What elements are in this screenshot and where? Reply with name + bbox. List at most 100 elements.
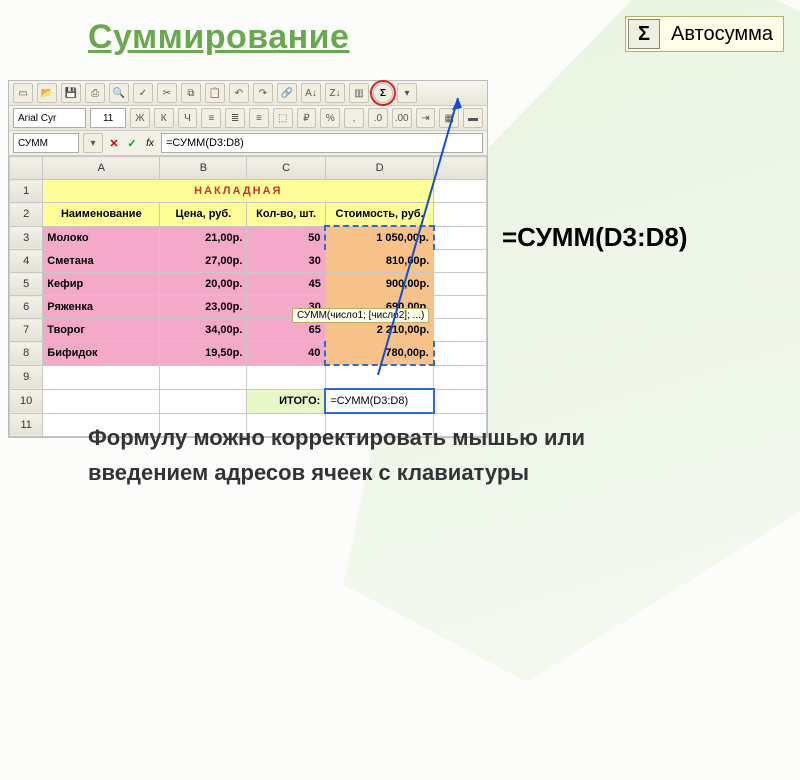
cell[interactable]: [434, 180, 487, 203]
header-cell[interactable]: Стоимость, руб.: [325, 203, 434, 227]
row-header[interactable]: 8: [10, 342, 43, 366]
align-right-icon[interactable]: ≡: [249, 108, 269, 128]
sheet-title-cell[interactable]: НАКЛАДНАЯ: [43, 180, 434, 203]
cell[interactable]: [434, 296, 487, 319]
inc-decimal-icon[interactable]: .0: [368, 108, 388, 128]
dropdown-icon[interactable]: ▾: [397, 83, 417, 103]
col-header-e[interactable]: [434, 157, 487, 180]
cell[interactable]: Ряженка: [43, 296, 160, 319]
row-header[interactable]: 1: [10, 180, 43, 203]
border-icon[interactable]: ▦: [439, 108, 459, 128]
header-cell[interactable]: Цена, руб.: [160, 203, 247, 227]
cell[interactable]: 45: [247, 273, 325, 296]
cell[interactable]: [434, 342, 487, 366]
cell[interactable]: 900,00р.: [325, 273, 434, 296]
open-icon[interactable]: 📂: [37, 83, 57, 103]
sort-asc-icon[interactable]: A↓: [301, 83, 321, 103]
worksheet-grid[interactable]: A B C D 1 НАКЛАДНАЯ 2 Наименование Цена,…: [9, 156, 487, 437]
fx-icon[interactable]: fx: [143, 136, 157, 150]
cell[interactable]: 34,00р.: [160, 319, 247, 342]
cell[interactable]: [160, 389, 247, 413]
align-left-icon[interactable]: ≡: [201, 108, 221, 128]
cell[interactable]: Творог: [43, 319, 160, 342]
underline-button[interactable]: Ч: [178, 108, 198, 128]
cell[interactable]: 27,00р.: [160, 250, 247, 273]
fill-color-icon[interactable]: ▬: [463, 108, 483, 128]
autosum-button[interactable]: Σ: [373, 83, 393, 103]
currency-icon[interactable]: ₽: [297, 108, 317, 128]
font-name-select[interactable]: Arial Cyr: [13, 108, 86, 128]
formula-input[interactable]: =СУММ(D3:D8): [161, 133, 483, 153]
cell[interactable]: [434, 319, 487, 342]
percent-icon[interactable]: %: [320, 108, 340, 128]
cell[interactable]: [43, 365, 160, 389]
chart-icon[interactable]: ▥: [349, 83, 369, 103]
select-all-corner[interactable]: [10, 157, 43, 180]
preview-icon[interactable]: 🔍: [109, 83, 129, 103]
comma-icon[interactable]: ,: [344, 108, 364, 128]
cell[interactable]: Кефир: [43, 273, 160, 296]
merge-icon[interactable]: ⬚: [273, 108, 293, 128]
row-header[interactable]: 9: [10, 365, 43, 389]
name-dropdown-icon[interactable]: ▾: [83, 133, 103, 153]
dec-decimal-icon[interactable]: .00: [392, 108, 412, 128]
row-header[interactable]: 11: [10, 413, 43, 437]
copy-icon[interactable]: ⧉: [181, 83, 201, 103]
cell[interactable]: [434, 365, 487, 389]
cell[interactable]: 23,00р.: [160, 296, 247, 319]
cell[interactable]: [160, 365, 247, 389]
header-cell[interactable]: Наименование: [43, 203, 160, 227]
new-icon[interactable]: ▭: [13, 83, 33, 103]
cell[interactable]: [434, 250, 487, 273]
cell[interactable]: [434, 203, 487, 227]
active-formula-cell[interactable]: =СУММ(D3:D8): [325, 389, 434, 413]
col-header-c[interactable]: C: [247, 157, 325, 180]
cell[interactable]: 30: [247, 250, 325, 273]
row-header[interactable]: 10: [10, 389, 43, 413]
row-header[interactable]: 2: [10, 203, 43, 227]
cell[interactable]: [434, 226, 487, 250]
cell[interactable]: [434, 389, 487, 413]
name-box[interactable]: СУММ: [13, 133, 79, 153]
print-icon[interactable]: ⎙: [85, 83, 105, 103]
redo-icon[interactable]: ↷: [253, 83, 273, 103]
italic-button[interactable]: К: [154, 108, 174, 128]
indent-icon[interactable]: ⇥: [416, 108, 436, 128]
cell[interactable]: [43, 389, 160, 413]
cell[interactable]: Сметана: [43, 250, 160, 273]
col-header-b[interactable]: B: [160, 157, 247, 180]
cell[interactable]: 40: [247, 342, 325, 366]
total-label-cell[interactable]: ИТОГО:: [247, 389, 325, 413]
cell[interactable]: [325, 365, 434, 389]
cut-icon[interactable]: ✂: [157, 83, 177, 103]
col-header-d[interactable]: D: [325, 157, 434, 180]
header-cell[interactable]: Кол-во, шт.: [247, 203, 325, 227]
cell[interactable]: Бифидок: [43, 342, 160, 366]
undo-icon[interactable]: ↶: [229, 83, 249, 103]
sort-desc-icon[interactable]: Z↓: [325, 83, 345, 103]
cell[interactable]: 50: [247, 226, 325, 250]
cell[interactable]: 21,00р.: [160, 226, 247, 250]
cell[interactable]: [434, 273, 487, 296]
row-header[interactable]: 5: [10, 273, 43, 296]
align-center-icon[interactable]: ≣: [225, 108, 245, 128]
cell[interactable]: 20,00р.: [160, 273, 247, 296]
cell[interactable]: Молоко: [43, 226, 160, 250]
col-header-a[interactable]: A: [43, 157, 160, 180]
cell[interactable]: 1 050,00р.: [325, 226, 434, 250]
bold-button[interactable]: Ж: [130, 108, 150, 128]
row-header[interactable]: 6: [10, 296, 43, 319]
enter-icon[interactable]: ✓: [125, 136, 139, 150]
cell[interactable]: [247, 365, 325, 389]
save-icon[interactable]: 💾: [61, 83, 81, 103]
font-size-select[interactable]: 11: [90, 108, 126, 128]
cell[interactable]: 19,50р.: [160, 342, 247, 366]
cell[interactable]: 810,00р.: [325, 250, 434, 273]
cancel-icon[interactable]: ✕: [107, 136, 121, 150]
row-header[interactable]: 4: [10, 250, 43, 273]
link-icon[interactable]: 🔗: [277, 83, 297, 103]
row-header[interactable]: 3: [10, 226, 43, 250]
row-header[interactable]: 7: [10, 319, 43, 342]
cell[interactable]: 780,00р.: [325, 342, 434, 366]
spell-icon[interactable]: ✓: [133, 83, 153, 103]
